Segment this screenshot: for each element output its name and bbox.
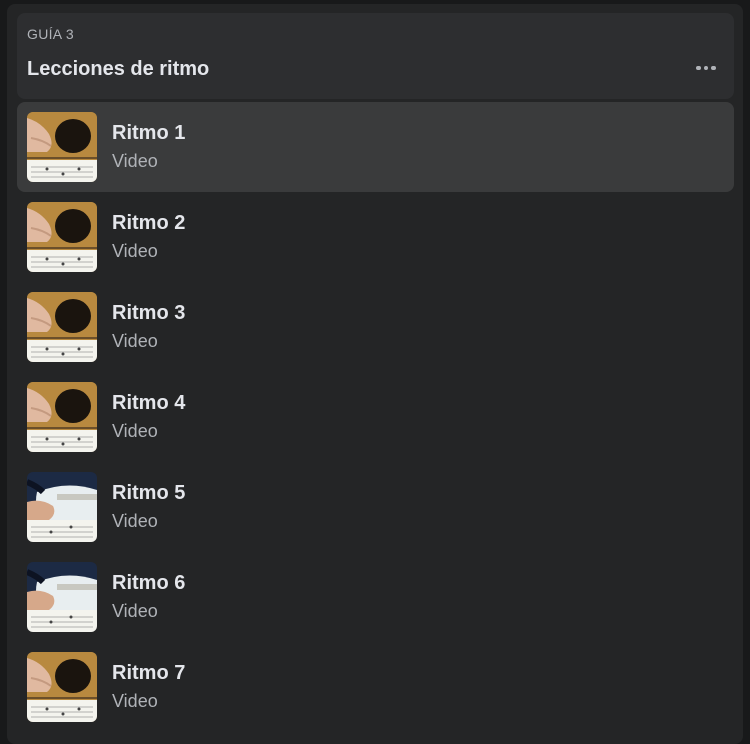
lesson-type: Video — [112, 241, 158, 261]
lesson-item[interactable]: Ritmo 5 Video — [17, 462, 734, 552]
more-horizontal-icon — [696, 65, 701, 71]
lesson-type: Video — [112, 151, 158, 171]
lesson-item[interactable]: Ritmo 3 Video — [17, 282, 734, 372]
lesson-title: Ritmo 3 — [112, 302, 186, 324]
lesson-title: Ritmo 4 — [112, 392, 186, 414]
lesson-title: Ritmo 2 — [112, 212, 186, 234]
video-thumbnail — [27, 112, 97, 182]
lesson-title: Ritmo 1 — [112, 122, 186, 144]
lesson-type: Video — [112, 511, 158, 531]
more-dot — [711, 65, 716, 71]
lesson-type: Video — [112, 601, 158, 621]
lesson-type: Video — [112, 421, 158, 441]
lesson-item[interactable]: Ritmo 7 Video — [17, 642, 734, 732]
more-dot — [703, 65, 709, 71]
video-thumbnail — [27, 562, 97, 632]
lesson-type: Video — [112, 691, 158, 711]
lesson-item[interactable]: Ritmo 2 Video — [17, 192, 734, 282]
video-thumbnail — [27, 292, 97, 362]
lesson-item[interactable]: Ritmo 4 Video — [17, 372, 734, 462]
lesson-type: Video — [112, 331, 158, 351]
more-options-button[interactable] — [691, 55, 721, 81]
lesson-item[interactable]: Ritmo 6 Video — [17, 552, 734, 642]
lesson-title: Ritmo 7 — [112, 662, 186, 684]
video-thumbnail — [27, 652, 97, 722]
lesson-title: Ritmo 6 — [112, 572, 186, 594]
video-thumbnail — [27, 202, 97, 272]
guide-header: GUÍA 3 Lecciones de ritmo — [17, 13, 734, 99]
guide-label: GUÍA 3 — [27, 26, 74, 42]
guide-title: Lecciones de ritmo — [27, 58, 210, 80]
video-thumbnail — [27, 472, 97, 542]
lesson-list: Ritmo 1 Video Ritmo 2 Video Ritmo 3 Vide… — [17, 102, 734, 732]
video-thumbnail — [27, 382, 97, 452]
lesson-item[interactable]: Ritmo 1 Video — [17, 102, 734, 192]
lesson-title: Ritmo 5 — [112, 482, 186, 504]
